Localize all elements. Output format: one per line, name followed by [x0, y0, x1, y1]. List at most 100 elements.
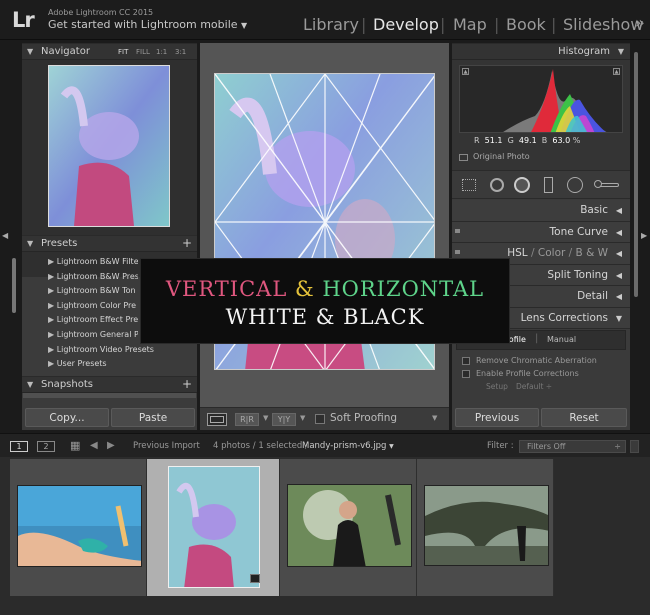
preset-folder[interactable]: ▶ Lightroom Video Presets: [48, 343, 188, 358]
before-after-yy-button[interactable]: Y|Y: [272, 413, 296, 426]
thumbnail-rocks[interactable]: [424, 485, 549, 566]
thumbnail-beach[interactable]: [17, 485, 142, 567]
edited-badge-icon: [250, 574, 260, 583]
preset-folder[interactable]: ▶ Lightroom Effect Pre: [48, 313, 138, 328]
photo-count: 4 photos / 1 selected /: [213, 441, 308, 451]
navigator-header[interactable]: ▼ Navigator FIT FILL 1:1 3:1: [22, 43, 197, 60]
tone-curve-label: Tone Curve: [549, 225, 608, 238]
radial-filter-icon[interactable]: [567, 177, 583, 193]
title-banner: VERTICAL & HORIZONTAL WHITE & BLACK: [140, 258, 510, 344]
left-scrollbar[interactable]: [12, 258, 16, 313]
filter-select[interactable]: Filters Off ÷: [519, 440, 626, 453]
before-after-rr-button[interactable]: R|R: [235, 413, 259, 426]
percent-unit: %: [572, 136, 581, 145]
updown-icon: ÷: [614, 442, 621, 451]
soft-proofing-label: Soft Proofing: [330, 412, 398, 424]
filmstrip-cell-selected[interactable]: [147, 459, 280, 596]
previous-button[interactable]: Previous: [455, 408, 539, 427]
module-book[interactable]: Book: [506, 15, 546, 34]
zoom-3-1[interactable]: 3:1: [175, 44, 186, 60]
module-map[interactable]: Map: [453, 15, 487, 34]
grid-icon[interactable]: ▦: [70, 440, 82, 452]
presets-title: Presets: [41, 238, 78, 249]
preset-folder[interactable]: ▶ Lightroom B&W Ton: [48, 284, 138, 299]
right-panel: Histogram ▼ ▲ ▲ R 51.1 G 49.1 B 63.0 % O…: [452, 43, 630, 430]
view-mode-icon[interactable]: [207, 413, 227, 426]
preset-folder[interactable]: ▶ Lightroom General P: [48, 328, 138, 343]
toolbar-menu-icon[interactable]: ▼: [432, 414, 437, 422]
rgb-readout: R 51.1 G 49.1 B 63.0 %: [474, 136, 580, 145]
zoom-fit[interactable]: FIT: [118, 44, 128, 60]
profile-corrections-checkbox[interactable]: [462, 370, 470, 378]
source-label[interactable]: Previous Import: [133, 441, 200, 451]
tone-curve-section[interactable]: Tone Curve ◀: [452, 221, 630, 243]
preset-folder[interactable]: ▶ Lightroom B&W Pres: [48, 270, 138, 285]
module-slideshow[interactable]: Slideshow: [563, 15, 643, 34]
more-modules-icon[interactable]: »: [635, 13, 645, 32]
snapshots-title: Snapshots: [41, 379, 93, 390]
right-scrollbar[interactable]: [634, 52, 638, 297]
color-tab[interactable]: Color: [538, 247, 565, 259]
hsl-tab[interactable]: HSL: [507, 247, 527, 259]
add-preset-icon[interactable]: +: [182, 235, 192, 251]
adjustment-brush-icon[interactable]: [594, 180, 619, 188]
zoom-fill[interactable]: FILL: [136, 44, 150, 60]
filter-lock-icon[interactable]: [630, 440, 639, 453]
manual-tab[interactable]: Manual: [547, 335, 576, 344]
screen-2-button[interactable]: 2: [37, 441, 55, 452]
bw-tab[interactable]: B & W: [576, 247, 608, 259]
crop-overlay-icon[interactable]: [462, 179, 476, 191]
filter-label: Filter :: [487, 441, 514, 451]
toggle-icon[interactable]: [455, 228, 460, 233]
graduated-filter-icon[interactable]: [544, 177, 553, 193]
module-develop[interactable]: Develop: [373, 15, 439, 34]
right-panel-toggle-icon[interactable]: ▶: [641, 231, 647, 240]
forward-arrow-icon[interactable]: ▶: [107, 440, 115, 451]
preset-folder-label: Lightroom Color Pre: [56, 300, 137, 310]
module-separator: |: [361, 15, 367, 34]
thumbnail-prism[interactable]: [168, 466, 260, 588]
red-eye-icon[interactable]: [514, 177, 530, 193]
module-library[interactable]: Library: [303, 15, 359, 34]
histogram-graph[interactable]: ▲ ▲: [459, 65, 623, 133]
filmstrip-cell[interactable]: [417, 459, 554, 596]
screen-1-button[interactable]: 1: [10, 441, 28, 452]
toggle-icon[interactable]: [455, 250, 460, 254]
setup-select[interactable]: Default ÷: [516, 382, 552, 391]
presets-header[interactable]: ▼ Presets +: [22, 235, 197, 252]
shadow-clipping-icon[interactable]: ▲: [462, 68, 469, 75]
histogram-header[interactable]: Histogram ▼: [452, 43, 630, 60]
profile-corrections-label: Enable Profile Corrections: [476, 369, 579, 378]
preset-folder-label: Lightroom B&W Pres: [56, 271, 138, 281]
preset-folder[interactable]: ▶ Lightroom B&W Filter: [48, 255, 138, 270]
filmstrip-cell[interactable]: [280, 459, 417, 596]
chevron-down-icon[interactable]: ▼: [300, 414, 305, 422]
mobile-link[interactable]: Get started with Lightroom mobile ▼: [48, 18, 247, 31]
soft-proofing-checkbox[interactable]: [315, 414, 325, 424]
chromatic-checkbox[interactable]: [462, 357, 470, 365]
highlight-clipping-icon[interactable]: ▲: [613, 68, 620, 75]
left-panel-toggle-icon[interactable]: ◀: [2, 231, 8, 240]
chevron-down-icon[interactable]: ▼: [263, 414, 268, 422]
basic-section[interactable]: Basic ◀: [452, 200, 630, 222]
mobile-link-label[interactable]: Get started with Lightroom mobile: [48, 18, 238, 31]
rocks-photo: [425, 486, 548, 565]
preset-folder[interactable]: ▶ User Presets: [48, 357, 188, 372]
filename[interactable]: Mandy-prism-v6.jpg ▼: [302, 441, 394, 451]
zoom-1-1[interactable]: 1:1: [156, 44, 167, 60]
add-snapshot-icon[interactable]: +: [182, 376, 192, 392]
preset-folder[interactable]: ▶ Lightroom Color Pre: [48, 299, 138, 314]
filmstrip-cell[interactable]: [10, 459, 147, 596]
snapshots-header[interactable]: ▼ Snapshots +: [22, 376, 197, 393]
thumbnail-man[interactable]: [287, 484, 412, 567]
paste-button[interactable]: Paste: [111, 408, 195, 427]
spot-removal-icon[interactable]: [490, 178, 504, 192]
b-value: 63.0: [552, 136, 571, 145]
copy-button[interactable]: Copy...: [25, 408, 109, 427]
back-arrow-icon[interactable]: ◀: [90, 440, 98, 451]
reset-button[interactable]: Reset: [541, 408, 627, 427]
expand-icon: ◀: [615, 227, 622, 237]
module-separator: |: [551, 15, 557, 34]
app-name: Adobe Lightroom CC 2015: [48, 8, 154, 17]
navigator-thumbnail[interactable]: [48, 65, 170, 227]
